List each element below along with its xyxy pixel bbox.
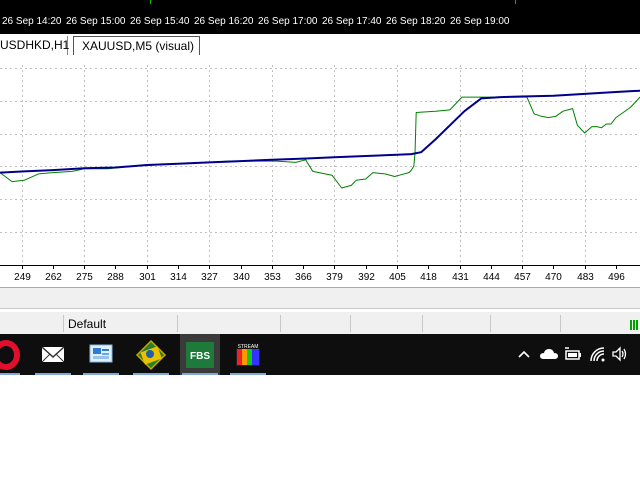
show-hidden-icons-chevron-icon[interactable] xyxy=(517,347,531,361)
volume-icon[interactable] xyxy=(611,346,629,362)
time-label: 26 Sep 15:40 xyxy=(130,16,190,27)
x-tick-label: 301 xyxy=(139,272,156,283)
windows-taskbar: FBS STREAM xyxy=(0,334,640,375)
x-tick-label: 327 xyxy=(201,272,218,283)
x-tick-label: 379 xyxy=(326,272,343,283)
battery-plugged-icon[interactable] xyxy=(563,346,583,362)
time-marker xyxy=(150,0,151,4)
taskbar-outlook[interactable] xyxy=(131,334,171,375)
x-tick-label: 483 xyxy=(577,272,594,283)
x-tick-label: 418 xyxy=(420,272,437,283)
x-tick-label: 249 xyxy=(14,272,31,283)
taskbar-fbs-trader[interactable]: FBS xyxy=(180,334,220,375)
status-profile-label: Default xyxy=(68,317,107,331)
chart-tab-bar: USDHKD,H1 XAUUSD,M5 (visual) xyxy=(0,34,640,58)
x-tick-label: 288 xyxy=(107,272,124,283)
control-panel-icon xyxy=(89,344,113,363)
x-tick-label: 353 xyxy=(264,272,281,283)
tab-usdhkd-h1[interactable]: USDHKD,H1 xyxy=(0,36,70,55)
tester-graph: 249 262 275 288 301 314 327 340 353 366 379 392 405 4… xyxy=(0,65,640,283)
mail-icon xyxy=(41,346,65,363)
x-tick-label: 470 xyxy=(545,272,562,283)
fbs-logo-icon: FBS xyxy=(186,342,214,368)
time-label: 26 Sep 16:20 xyxy=(194,16,254,27)
taskbar-control-panel[interactable] xyxy=(81,334,121,375)
taskbar-opera[interactable] xyxy=(0,334,22,375)
onedrive-cloud-icon[interactable] xyxy=(539,346,559,362)
tab-label: XAUUSD,M5 (visual) xyxy=(82,39,195,53)
opera-icon xyxy=(0,340,20,370)
x-tick-label: 366 xyxy=(295,272,312,283)
time-label: 26 Sep 14:20 xyxy=(2,16,62,27)
tab-label: USDHKD,H1 xyxy=(0,38,70,52)
x-tick-label: 262 xyxy=(45,272,62,283)
time-label: 26 Sep 15:00 xyxy=(66,16,126,27)
x-tick-label: 314 xyxy=(170,272,187,283)
wifi-icon[interactable] xyxy=(589,346,607,362)
tab-xauusd-m5-visual[interactable]: XAUUSD,M5 (visual) xyxy=(73,36,200,55)
x-tick-label: 431 xyxy=(452,272,469,283)
taskbar-mail[interactable] xyxy=(33,334,73,375)
time-label: 26 Sep 18:20 xyxy=(386,16,446,27)
chart-series xyxy=(0,89,640,189)
time-label: 26 Sep 17:00 xyxy=(258,16,318,27)
status-bar: Default xyxy=(0,312,640,334)
svg-text:FBS: FBS xyxy=(190,351,210,362)
x-tick-label: 496 xyxy=(608,272,625,283)
x-tick-label: 444 xyxy=(483,272,500,283)
x-tick-label: 392 xyxy=(358,272,375,283)
balance-line xyxy=(0,89,640,174)
x-tick-label: 457 xyxy=(514,272,531,283)
time-label: 26 Sep 19:00 xyxy=(450,16,510,27)
x-tick-label: 405 xyxy=(389,272,406,283)
x-axis: 249 262 275 288 301 314 327 340 353 366 379 392 405 4… xyxy=(0,265,640,283)
time-axis-strip: 26 Sep 14:20 26 Sep 15:00 26 Sep 15:40 2… xyxy=(0,0,640,34)
taskbar-stream-app[interactable]: STREAM xyxy=(228,334,268,375)
outlook-icon xyxy=(135,339,167,371)
time-label: 26 Sep 17:40 xyxy=(322,16,382,27)
x-tick-label: 340 xyxy=(233,272,250,283)
stream-app-icon: STREAM xyxy=(236,343,260,366)
connection-status-icon xyxy=(630,320,638,330)
x-tick-label: 275 xyxy=(76,272,93,283)
svg-text:STREAM: STREAM xyxy=(238,344,259,350)
equity-line xyxy=(0,96,640,189)
chart-scroll-area xyxy=(0,288,640,309)
time-marker xyxy=(515,0,516,4)
